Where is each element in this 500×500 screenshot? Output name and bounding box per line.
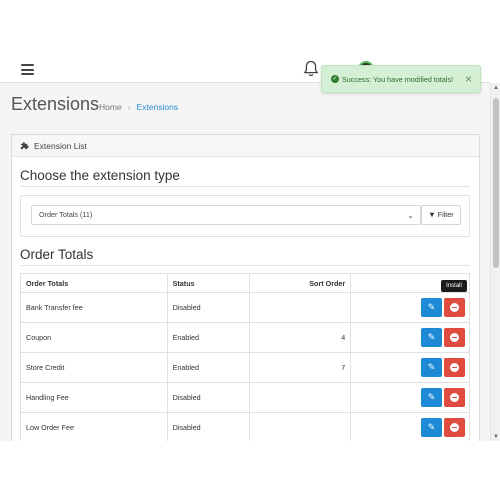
bell-icon[interactable] bbox=[303, 60, 319, 78]
table-row: Store Credit Enabled 7 ✎ bbox=[20, 352, 470, 383]
scrollbar-thumb[interactable] bbox=[493, 98, 499, 268]
pencil-icon: ✎ bbox=[427, 392, 436, 402]
main-content: Extensions Home › Extensions Extension Lis… bbox=[0, 83, 490, 441]
card-header: Extension List bbox=[12, 135, 479, 157]
vertical-scrollbar[interactable]: ▲ ▼ bbox=[490, 83, 500, 441]
cell-name: Store Credit bbox=[20, 352, 168, 383]
table-row: Low Order Fee Disabled ✎ bbox=[20, 412, 470, 441]
breadcrumb-extensions[interactable]: Extensions bbox=[137, 102, 179, 112]
card-header-label: Extension List bbox=[34, 140, 87, 151]
table-row: Handling Fee Disabled ✎ bbox=[20, 382, 470, 413]
filter-button-label: Filter bbox=[437, 210, 454, 219]
filter-button[interactable]: ▼ Filter bbox=[421, 205, 461, 225]
cell-actions: ✎ bbox=[350, 412, 470, 441]
edit-button[interactable]: ✎ bbox=[421, 358, 442, 377]
minus-circle-icon bbox=[450, 303, 459, 312]
scroll-up-icon[interactable]: ▲ bbox=[493, 85, 499, 91]
select-value: Order Totals (11) bbox=[39, 210, 93, 219]
breadcrumb: Home › Extensions bbox=[99, 102, 178, 112]
minus-circle-icon bbox=[450, 423, 459, 432]
edit-button[interactable]: ✎ bbox=[421, 328, 442, 347]
cell-actions: ✎ bbox=[350, 322, 470, 353]
alert-message: Success: You have modified totals! bbox=[342, 74, 454, 84]
cell-sort-order bbox=[249, 292, 352, 323]
table-row: Bank Transfer fee Disabled ✎ bbox=[20, 292, 470, 323]
table-row: Coupon Enabled 4 ✎ bbox=[20, 322, 470, 353]
top-blank-area bbox=[0, 0, 500, 57]
hamburger-icon[interactable] bbox=[21, 64, 34, 75]
cell-name: Handling Fee bbox=[20, 382, 168, 413]
cell-status: Disabled bbox=[166, 382, 251, 413]
edit-button[interactable]: ✎ bbox=[421, 418, 442, 437]
order-totals-heading: Order Totals bbox=[20, 247, 94, 262]
breadcrumb-separator-icon: › bbox=[127, 102, 131, 112]
table-header-row: Order Totals Status Sort Order bbox=[20, 273, 470, 293]
cell-actions: ✎ bbox=[350, 292, 470, 323]
install-button[interactable] bbox=[444, 328, 465, 347]
divider bbox=[20, 186, 470, 187]
close-icon[interactable]: × bbox=[465, 73, 472, 85]
cell-status: Enabled bbox=[166, 352, 251, 383]
cell-name: Bank Transfer fee bbox=[20, 292, 168, 323]
minus-circle-icon bbox=[450, 333, 459, 342]
pencil-icon: ✎ bbox=[427, 332, 436, 342]
puzzle-icon bbox=[20, 142, 29, 150]
edit-button[interactable]: ✎ bbox=[421, 298, 442, 317]
minus-circle-icon bbox=[450, 393, 459, 402]
pencil-icon: ✎ bbox=[427, 362, 436, 372]
divider bbox=[20, 265, 470, 266]
cell-actions: ✎ bbox=[350, 352, 470, 383]
column-header-sort-order: Sort Order bbox=[249, 273, 352, 293]
cell-sort-order bbox=[249, 412, 352, 441]
pencil-icon: ✎ bbox=[427, 422, 436, 432]
extensions-table: Order Totals Status Sort Order Bank Tran… bbox=[20, 273, 470, 441]
cell-status: Disabled bbox=[166, 412, 251, 441]
chevron-down-icon: ⌄ bbox=[407, 211, 414, 220]
success-alert: ✓ Success: You have modified totals! × bbox=[321, 65, 481, 93]
scroll-down-icon[interactable]: ▼ bbox=[493, 434, 499, 440]
cell-status: Disabled bbox=[166, 292, 251, 323]
cell-status: Enabled bbox=[166, 322, 251, 353]
install-button[interactable] bbox=[444, 418, 465, 437]
pencil-icon: ✎ bbox=[427, 302, 436, 312]
filter-panel: Order Totals (11) ⌄ ▼ Filter bbox=[20, 195, 470, 237]
check-circle-icon: ✓ bbox=[331, 75, 339, 83]
cell-name: Low Order Fee bbox=[20, 412, 168, 441]
filter-icon: ▼ bbox=[428, 210, 436, 219]
page-title: Extensions bbox=[11, 94, 100, 114]
install-button[interactable] bbox=[444, 358, 465, 377]
extension-list-card: Extension List Choose the extension type… bbox=[11, 134, 480, 441]
edit-button[interactable]: ✎ bbox=[421, 388, 442, 407]
install-button[interactable] bbox=[444, 388, 465, 407]
choose-type-heading: Choose the extension type bbox=[20, 168, 180, 183]
cell-actions: ✎ bbox=[350, 382, 470, 413]
cell-sort-order: 4 bbox=[249, 322, 352, 353]
install-tooltip: Install bbox=[441, 280, 467, 292]
install-button[interactable] bbox=[444, 298, 465, 317]
cell-name: Coupon bbox=[20, 322, 168, 353]
column-header-order-totals: Order Totals bbox=[20, 273, 168, 293]
extension-type-select[interactable]: Order Totals (11) ⌄ bbox=[31, 205, 421, 225]
column-header-status: Status bbox=[166, 273, 251, 293]
cell-sort-order bbox=[249, 382, 352, 413]
cell-sort-order: 7 bbox=[249, 352, 352, 383]
breadcrumb-home[interactable]: Home bbox=[99, 102, 122, 112]
bottom-blank-area bbox=[0, 441, 500, 500]
minus-circle-icon bbox=[450, 363, 459, 372]
